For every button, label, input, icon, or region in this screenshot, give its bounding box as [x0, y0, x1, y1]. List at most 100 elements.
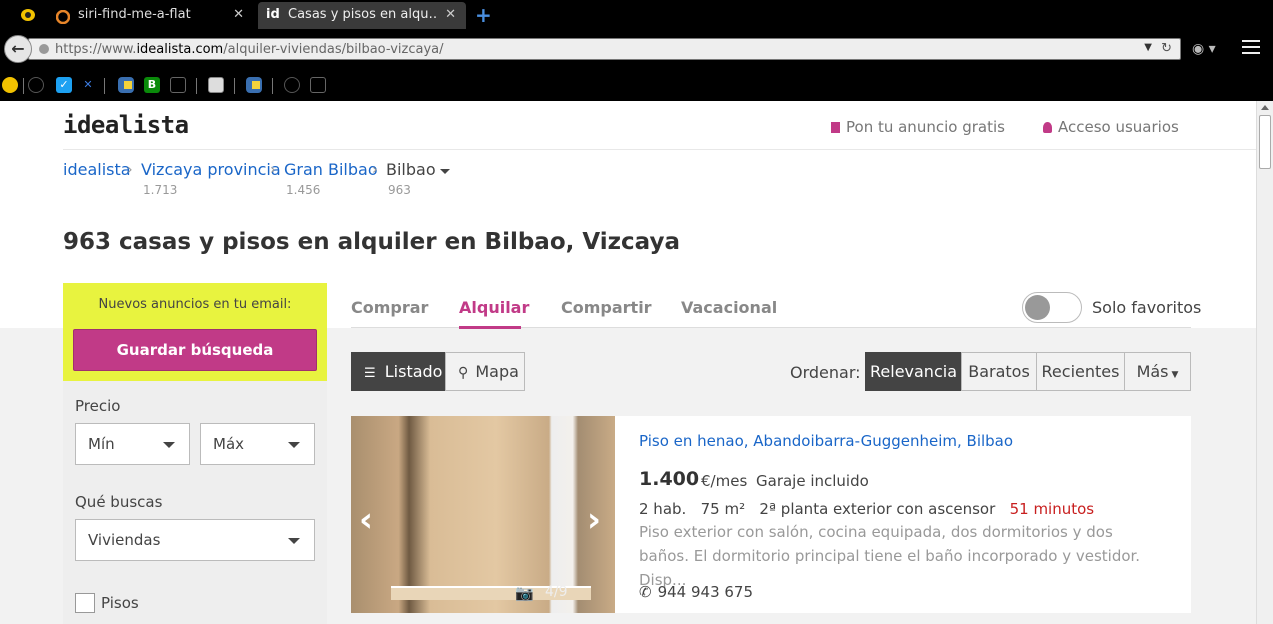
- price-label: Precio: [75, 397, 121, 415]
- sort-relevancia-button[interactable]: Relevancia: [865, 352, 962, 391]
- price-unit: €/mes: [701, 472, 748, 490]
- close-tab-icon[interactable]: ✕: [233, 2, 244, 28]
- phone-icon: ✆: [639, 583, 652, 601]
- reload-icon[interactable]: ↻: [1161, 41, 1172, 56]
- price-max-select[interactable]: Máx: [200, 423, 315, 465]
- back-button[interactable]: ←: [4, 35, 32, 63]
- address-bar[interactable]: https://www.idealista.com/alquiler-vivie…: [28, 38, 1181, 60]
- grid-icon[interactable]: [208, 77, 224, 93]
- listing-details: 2 hab. 75 m² 2ª planta exterior con asce…: [639, 500, 1095, 518]
- chevron-right-icon[interactable]: ›: [587, 500, 601, 540]
- extension-icon[interactable]: ◉ ▾: [1192, 41, 1216, 57]
- b-icon[interactable]: B: [144, 77, 160, 93]
- login-link[interactable]: Acceso usuarios: [1043, 118, 1179, 136]
- save-search-button[interactable]: Guardar búsqueda: [73, 329, 317, 371]
- listing-phone[interactable]: ✆ 944 943 675: [639, 583, 753, 601]
- list-view-button[interactable]: ☰ Listado: [351, 352, 446, 391]
- page-title: 963 casas y pisos en alquiler en Bilbao,…: [63, 229, 681, 255]
- url-text: https://www.idealista.com/alquiler-vivie…: [55, 42, 444, 57]
- x-icon[interactable]: ✕: [80, 77, 96, 93]
- tab-siri[interactable]: siri-find-me-a-flat ✕: [48, 2, 254, 29]
- scroll-up-icon[interactable]: [1261, 105, 1269, 110]
- chevron-right-icon: ›: [127, 162, 133, 178]
- sort-label: Ordenar:: [790, 363, 861, 382]
- listing-photo[interactable]: ‹ › 📷 4/9: [351, 416, 615, 613]
- page-content: idealista Pon tu anuncio gratis Acceso u…: [0, 101, 1256, 624]
- filters-sidebar: Nuevos anuncios en tu email: Guardar bús…: [63, 283, 327, 624]
- camera-icon: 📷: [515, 584, 534, 602]
- pisos-checkbox[interactable]: [75, 593, 95, 613]
- page-icon[interactable]: [170, 77, 186, 93]
- listing-card[interactable]: ‹ › 📷 4/9 Piso en henao, Abandoibarra-Gu…: [351, 416, 1191, 613]
- email-alert-box: Nuevos anuncios en tu email: Guardar bús…: [63, 283, 327, 381]
- listing-title[interactable]: Piso en henao, Abandoibarra-Guggenheim, …: [639, 432, 1013, 450]
- listing-time: 51 minutos: [1009, 500, 1095, 518]
- alert-text: Nuevos anuncios en tu email:: [98, 297, 292, 312]
- toggle-knob: [1025, 295, 1050, 320]
- property-type-label: Qué buscas: [75, 493, 163, 511]
- map-view-button[interactable]: ⚲ Mapa: [445, 352, 525, 391]
- breadcrumb-count: 1.713: [143, 183, 178, 197]
- header-divider: [63, 149, 1256, 150]
- breadcrumb-count: 1.456: [286, 183, 321, 197]
- breadcrumb-gran-bilbao[interactable]: Gran Bilbao: [284, 160, 378, 179]
- listing-price: 1.400: [639, 468, 700, 490]
- page-scrollbar[interactable]: [1256, 101, 1273, 624]
- chevron-down-icon: ▼: [1171, 370, 1179, 380]
- python-icon[interactable]: [118, 77, 134, 93]
- chevron-down-icon: [288, 538, 300, 544]
- active-tab-indicator: [459, 326, 521, 329]
- chevron-right-icon: ›: [270, 162, 276, 178]
- close-tab-icon[interactable]: ✕: [445, 2, 456, 28]
- pinned-tab-icon[interactable]: [20, 7, 36, 23]
- pisos-checkbox-label[interactable]: Pisos: [101, 594, 139, 612]
- menu-icon[interactable]: [1242, 40, 1260, 54]
- bookmarks-bar: ✓ ✕ B: [0, 68, 1273, 101]
- python-icon[interactable]: [246, 77, 262, 93]
- map-pin-icon: ⚲: [458, 365, 469, 381]
- github-icon[interactable]: [284, 77, 300, 93]
- sort-recientes-button[interactable]: Recientes: [1036, 352, 1125, 391]
- site-identity-icon[interactable]: [39, 44, 49, 54]
- sort-more-button[interactable]: Más ▼: [1124, 352, 1191, 391]
- browser-nav-bar: https://www.idealista.com/alquiler-vivie…: [0, 30, 1273, 68]
- chevron-right-icon: ›: [372, 162, 378, 178]
- photo-counter: 4/9: [545, 584, 568, 600]
- property-type-select[interactable]: Viviendas: [75, 519, 315, 561]
- sort-baratos-button[interactable]: Baratos: [961, 352, 1037, 391]
- twitter-icon[interactable]: ✓: [56, 77, 72, 93]
- url-dropdown-icon[interactable]: ▼: [1144, 42, 1152, 53]
- bookmark-icon[interactable]: [2, 77, 18, 93]
- breadcrumb-bilbao[interactable]: Bilbao: [386, 160, 436, 179]
- idealista-logo[interactable]: idealista: [63, 111, 189, 139]
- chevron-down-icon: [288, 442, 300, 448]
- idealista-favicon-icon: id: [266, 7, 280, 22]
- user-icon: [1043, 122, 1052, 133]
- tab-title: siri-find-me-a-flat: [78, 7, 191, 22]
- tab-alquilar[interactable]: Alquilar: [459, 298, 529, 317]
- favorites-label: Solo favoritos: [1092, 298, 1202, 317]
- breadcrumb-vizcaya[interactable]: Vizcaya provincia: [141, 160, 281, 179]
- tab-title: Casas y pisos en alqu…: [288, 7, 438, 22]
- post-ad-link[interactable]: Pon tu anuncio gratis: [831, 118, 1005, 136]
- github-icon[interactable]: [28, 77, 44, 93]
- tab-comprar[interactable]: Comprar: [351, 298, 428, 317]
- page-icon[interactable]: [310, 77, 326, 93]
- tab-idealista[interactable]: id Casas y pisos en alqu… ✕: [258, 2, 466, 29]
- price-min-select[interactable]: Mín: [75, 423, 190, 465]
- scroll-thumb[interactable]: [1259, 115, 1271, 169]
- price-extra: Garaje incluido: [756, 472, 869, 490]
- tab-compartir[interactable]: Compartir: [561, 298, 652, 317]
- tab-vacacional[interactable]: Vacacional: [681, 298, 777, 317]
- breadcrumb-count: 963: [388, 183, 411, 197]
- chevron-down-icon: [163, 442, 175, 448]
- browser-tab-bar: siri-find-me-a-flat ✕ id Casas y pisos e…: [0, 0, 1273, 30]
- chevron-left-icon[interactable]: ‹: [359, 500, 373, 540]
- chevron-down-icon[interactable]: [440, 169, 450, 174]
- pin-icon: [831, 122, 840, 133]
- favorites-toggle[interactable]: [1022, 292, 1082, 323]
- breadcrumb-idealista[interactable]: idealista: [63, 160, 131, 179]
- new-tab-icon[interactable]: +: [475, 3, 492, 27]
- tab-favicon-icon: [55, 8, 71, 25]
- listing-description: Piso exterior con salón, cocina equipada…: [639, 523, 1141, 589]
